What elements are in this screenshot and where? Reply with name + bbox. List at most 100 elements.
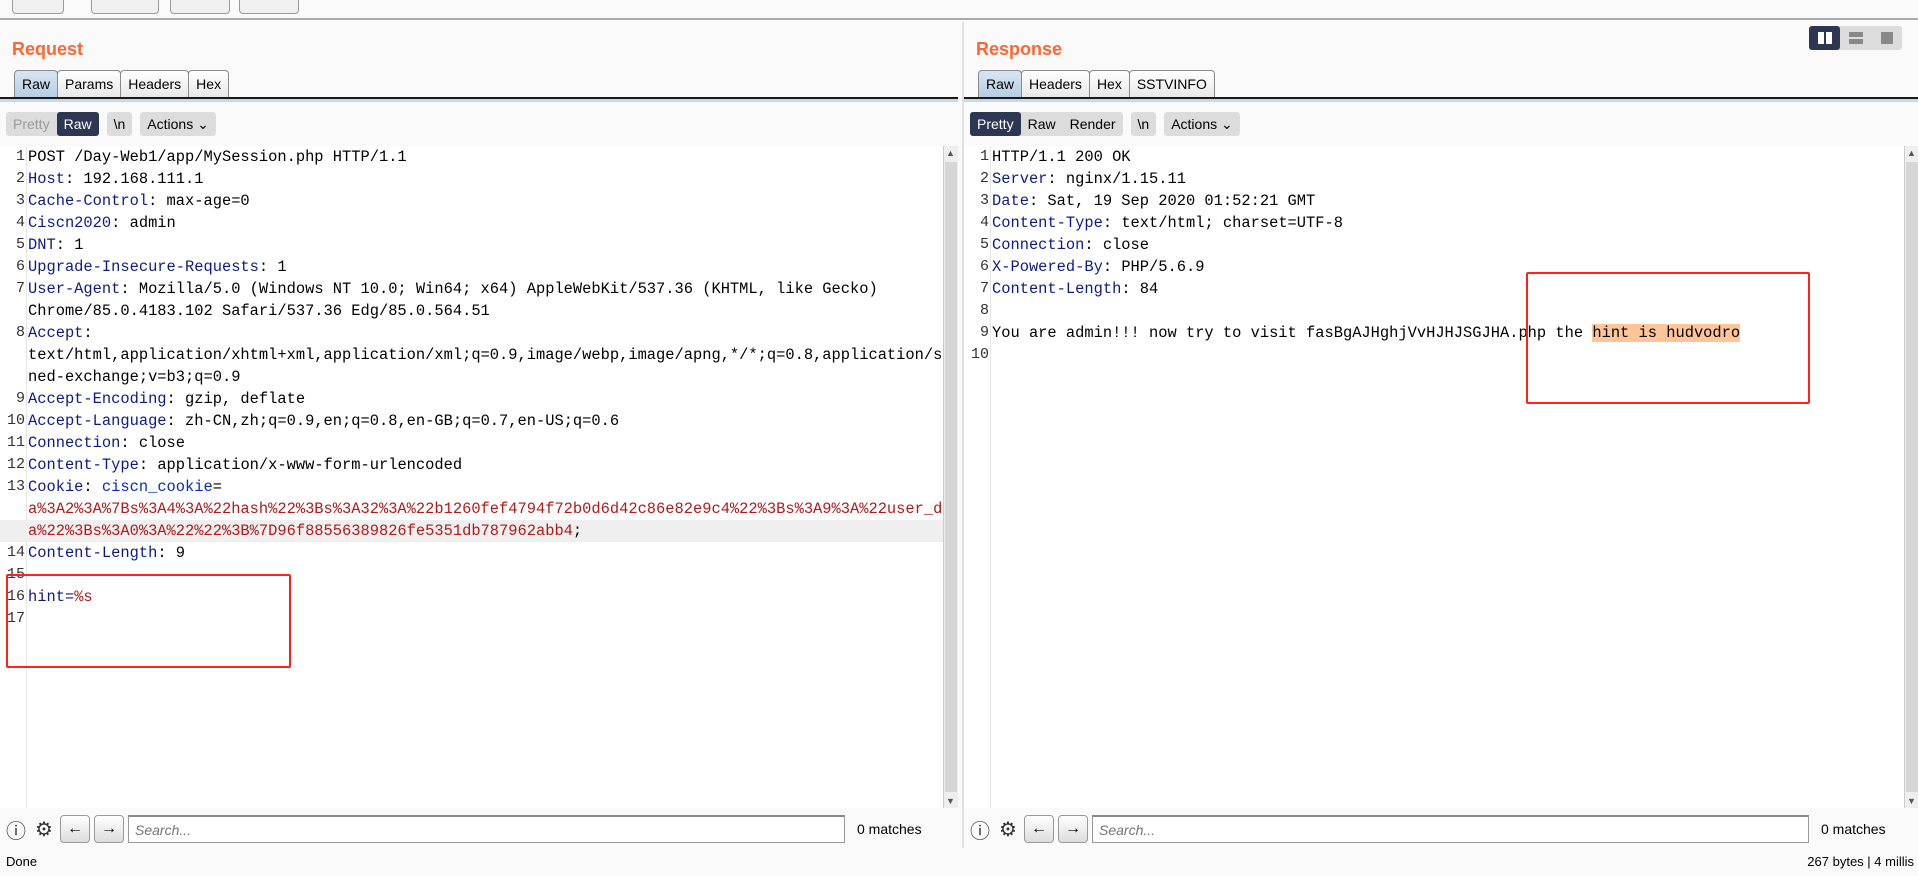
toolbar-button[interactable]: [12, 0, 64, 14]
tab-hex[interactable]: Hex: [188, 70, 230, 97]
tab-sstvinfo[interactable]: SSTVINFO: [1128, 70, 1215, 97]
line-number: 4: [979, 214, 989, 231]
pretty-button[interactable]: Pretty: [6, 112, 57, 136]
text-segment: ;: [572, 522, 583, 540]
line-number: 8: [15, 324, 25, 341]
prev-match-button[interactable]: ←: [60, 815, 90, 843]
match-count: 0 matches: [1821, 821, 1886, 837]
line-text: Chrome/85.0.4183.102 Safari/537.36 Edg/8…: [28, 300, 490, 322]
text-segment: =: [212, 478, 222, 496]
text-segment: ciscn_cookie: [101, 478, 213, 496]
code-line: 11 Connection: close: [0, 432, 943, 454]
text-segment: a%22%3Bs%3A0%3A%22%22%3B%7D96f8855638982…: [28, 522, 573, 540]
header-name: Accept-Encoding: [28, 390, 167, 408]
code-line: 9 Accept-Encoding: gzip, deflate: [0, 388, 943, 410]
editor-toolbar: Pretty Raw Render \n Actions ⌄: [970, 112, 1240, 136]
newline-toggle[interactable]: \n: [107, 112, 133, 136]
actions-dropdown[interactable]: Actions ⌄: [140, 112, 216, 136]
raw-button[interactable]: Raw: [56, 112, 99, 136]
line-number: 1: [15, 148, 25, 165]
code-line: 1 HTTP/1.1 200 OK: [964, 146, 1904, 168]
header-name: Host: [28, 170, 65, 188]
text-segment: : close: [120, 434, 186, 452]
status-text: Done: [6, 854, 38, 869]
gear-icon[interactable]: ⚙: [996, 817, 1020, 841]
request-editor[interactable]: 1 POST /Day-Web1/app/MySession.php HTTP/1…: [0, 146, 943, 808]
text-segment: POST /Day-Web1/app/MySession.php HTTP/1.…: [28, 148, 407, 166]
search-input[interactable]: [128, 815, 845, 843]
search-bar: ⓘ ⚙ ← → 0 matches: [964, 810, 1918, 848]
line-number: 14: [6, 544, 25, 561]
line-text: Connection: close: [28, 432, 185, 454]
line-text: Content-Length: 9: [28, 542, 185, 564]
line-text: Content-Type: text/html; charset=UTF-8: [992, 212, 1343, 234]
actions-dropdown[interactable]: Actions ⌄: [1164, 112, 1240, 136]
scrollbar[interactable]: ▲ ▼: [943, 146, 958, 808]
line-text: Accept-Encoding: gzip, deflate: [28, 388, 305, 410]
next-match-button[interactable]: →: [94, 815, 124, 843]
response-editor[interactable]: 1 HTTP/1.1 200 OK 2 Server: nginx/1.15.11 3 D…: [964, 146, 1904, 808]
tab-raw[interactable]: Raw: [14, 70, 59, 97]
line-number: 13: [6, 478, 25, 495]
raw-button[interactable]: Raw: [1021, 112, 1063, 136]
text-segment: : max-age=0: [148, 192, 250, 210]
text-segment: :: [83, 478, 102, 496]
split-vertical-icon[interactable]: [1840, 26, 1871, 50]
tab-raw[interactable]: Raw: [978, 70, 1023, 97]
line-number: 4: [15, 214, 25, 231]
header-name: Accept: [28, 324, 84, 342]
editor-toolbar: Pretty Raw \n Actions ⌄: [6, 112, 216, 136]
prev-match-button[interactable]: ←: [1024, 815, 1054, 843]
help-icon[interactable]: ⓘ: [4, 817, 28, 843]
header-name: X-Powered-By: [992, 258, 1103, 276]
actions-label: Actions: [1171, 116, 1218, 132]
line-text: DNT: 1: [28, 234, 83, 256]
response-panel: Response Raw Headers Hex SSTVINFO Pretty Ra…: [962, 22, 1918, 848]
next-match-button[interactable]: →: [1058, 815, 1088, 843]
toolbar-button[interactable]: [239, 0, 299, 14]
text-segment: : nginx/1.15.11: [1047, 170, 1186, 188]
header-name: Cache-Control: [28, 192, 149, 210]
scrollbar[interactable]: ▲ ▼: [1904, 146, 1918, 808]
pretty-button[interactable]: Pretty: [970, 112, 1021, 136]
newline-toggle[interactable]: \n: [1131, 112, 1157, 136]
line-text: Accept:: [28, 322, 93, 344]
help-icon[interactable]: ⓘ: [968, 817, 992, 843]
code-line: a%22%3Bs%3A0%3A%22%22%3B%7D96f8855638982…: [0, 520, 943, 542]
header-name: Accept-Language: [28, 412, 167, 430]
toolbar-button[interactable]: [91, 0, 159, 14]
line-number: 11: [6, 434, 25, 451]
line-text: HTTP/1.1 200 OK: [992, 146, 1131, 168]
text-segment: : admin: [111, 214, 176, 232]
panel-title: Request: [12, 39, 84, 59]
line-number: 6: [15, 258, 25, 275]
search-input[interactable]: [1092, 815, 1809, 843]
text-segment: : Mozilla/5.0 (Windows NT 10.0; Win64; x…: [120, 280, 878, 298]
text-segment: a%3A2%3A%7Bs%3A4%3A%22hash%22%3Bs%3A32%3…: [28, 500, 943, 518]
text-segment: : 9: [157, 544, 186, 562]
text-segment: : zh-CN,zh;q=0.9,en;q=0.8,en-GB;q=0.7,en…: [166, 412, 620, 430]
tab-headers[interactable]: Headers: [120, 70, 190, 97]
line-number: 9: [15, 390, 25, 407]
code-line: 12 Content-Type: application/x-www-form-u…: [0, 454, 943, 476]
annotation-box: [6, 574, 291, 668]
tab-headers[interactable]: Headers: [1021, 70, 1090, 97]
annotation-box: [1526, 272, 1810, 404]
tab-params[interactable]: Params: [57, 70, 122, 97]
render-button[interactable]: Render: [1063, 112, 1123, 136]
gear-icon[interactable]: ⚙: [32, 817, 56, 841]
code-line: 2 Server: nginx/1.15.11: [964, 168, 1904, 190]
header-name: Connection: [28, 434, 121, 452]
tab-hex[interactable]: Hex: [1088, 70, 1130, 97]
line-number: 3: [979, 192, 989, 209]
text-segment: : 1: [55, 236, 84, 254]
toolbar-button[interactable]: [170, 0, 230, 14]
single-pane-icon[interactable]: [1871, 26, 1902, 50]
text-segment: : 84: [1121, 280, 1159, 298]
split-horizontal-icon[interactable]: [1809, 26, 1840, 50]
code-line: 3 Date: Sat, 19 Sep 2020 01:52:21 GMT: [964, 190, 1904, 212]
code-line: 13 Cookie: ciscn_cookie=: [0, 476, 943, 498]
text-segment: : Sat, 19 Sep 2020 01:52:21 GMT: [1028, 192, 1316, 210]
code-line: text/html,application/xhtml+xml,applicat…: [0, 344, 943, 366]
header-name: Cookie: [28, 478, 84, 496]
